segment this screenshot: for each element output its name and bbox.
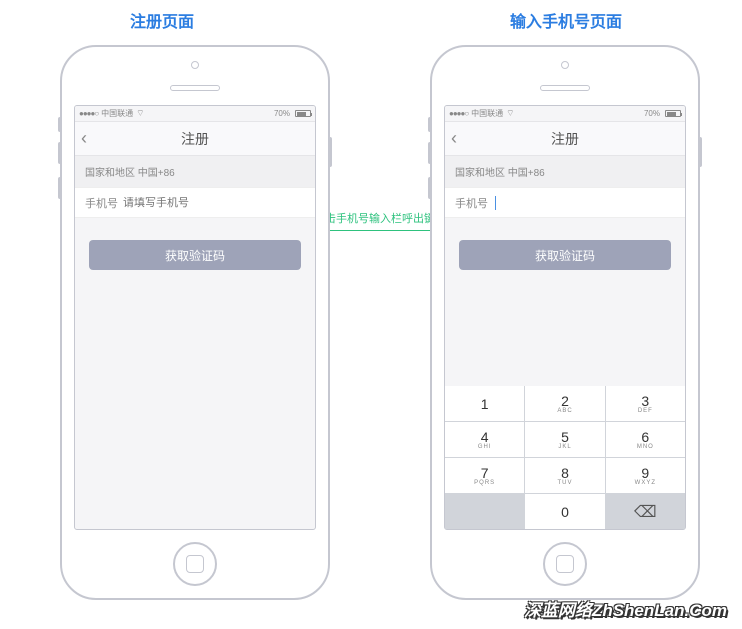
key-7[interactable]: 7PQRS [445,458,524,493]
power-button [699,137,702,167]
input-cursor [495,196,496,210]
carrier-label: 中国联通 [101,108,133,119]
camera-dot [561,61,569,69]
key-8[interactable]: 8TUV [525,458,604,493]
back-icon[interactable]: ‹ [451,128,457,149]
home-button[interactable] [173,542,217,586]
watermark: 深蓝网络ZhShenLan.Com [524,596,727,621]
speaker-slot [540,85,590,91]
key-2[interactable]: 2ABC [525,386,604,421]
phone-mockup-left: ●●●●○ 中国联通 ⌔ 70% ‹ 注册 国家和地区 中国+86 手机号 获取… [60,45,330,600]
nav-title: 注册 [551,129,579,149]
key-1[interactable]: 1 [445,386,524,421]
power-button [329,137,332,167]
signal-icon: ●●●●○ [449,109,468,118]
signal-icon: ●●●●○ [79,109,98,118]
screen-left: ●●●●○ 中国联通 ⌔ 70% ‹ 注册 国家和地区 中国+86 手机号 获取… [74,105,316,530]
phone-input[interactable] [123,197,305,209]
carrier-label: 中国联通 [471,108,503,119]
battery-icon [293,110,311,117]
header-right-title: 输入手机号页面 [510,8,622,32]
mute-switch [58,117,61,132]
nav-bar: ‹ 注册 [445,122,685,156]
back-icon[interactable]: ‹ [81,128,87,149]
wifi-icon: ⌔ [136,108,144,119]
region-row[interactable]: 国家和地区 中国+86 [75,156,315,188]
volume-up [58,142,61,164]
key-0[interactable]: 0 [525,494,604,529]
key-backspace[interactable]: ⌫ [606,494,685,529]
battery-pct: 70% [644,109,660,118]
screen-right: ●●●●○ 中国联通 ⌔ 70% ‹ 注册 国家和地区 中国+86 手机号 获取… [444,105,686,530]
region-row[interactable]: 国家和地区 中国+86 [445,156,685,188]
phone-row[interactable]: 手机号 [445,188,685,218]
volume-up [428,142,431,164]
status-bar: ●●●●○ 中国联通 ⌔ 70% [445,106,685,122]
camera-dot [191,61,199,69]
phone-label: 手机号 [455,195,493,211]
nav-bar: ‹ 注册 [75,122,315,156]
key-blank [445,494,524,529]
key-4[interactable]: 4GHI [445,422,524,457]
wifi-icon: ⌔ [506,108,514,119]
speaker-slot [170,85,220,91]
verify-button[interactable]: 获取验证码 [89,240,301,270]
volume-down [428,177,431,199]
verify-button[interactable]: 获取验证码 [459,240,671,270]
connector-label: 点击手机号输入栏呼出键盘 [314,210,446,226]
mute-switch [428,117,431,132]
phone-label: 手机号 [85,195,123,211]
volume-down [58,177,61,199]
key-5[interactable]: 5JKL [525,422,604,457]
nav-title: 注册 [181,129,209,149]
phone-row[interactable]: 手机号 [75,188,315,218]
phone-mockup-right: ●●●●○ 中国联通 ⌔ 70% ‹ 注册 国家和地区 中国+86 手机号 获取… [430,45,700,600]
battery-icon [663,110,681,117]
home-button[interactable] [543,542,587,586]
battery-pct: 70% [274,109,290,118]
key-6[interactable]: 6MNO [606,422,685,457]
numeric-keyboard: 1 2ABC 3DEF 4GHI 5JKL 6MNO 7PQRS 8TUV 9W… [445,386,685,529]
key-3[interactable]: 3DEF [606,386,685,421]
key-9[interactable]: 9WXYZ [606,458,685,493]
status-bar: ●●●●○ 中国联通 ⌔ 70% [75,106,315,122]
connector-line [325,230,435,231]
connector: 点击手机号输入栏呼出键盘 [325,210,435,231]
header-left-title: 注册页面 [130,8,194,32]
